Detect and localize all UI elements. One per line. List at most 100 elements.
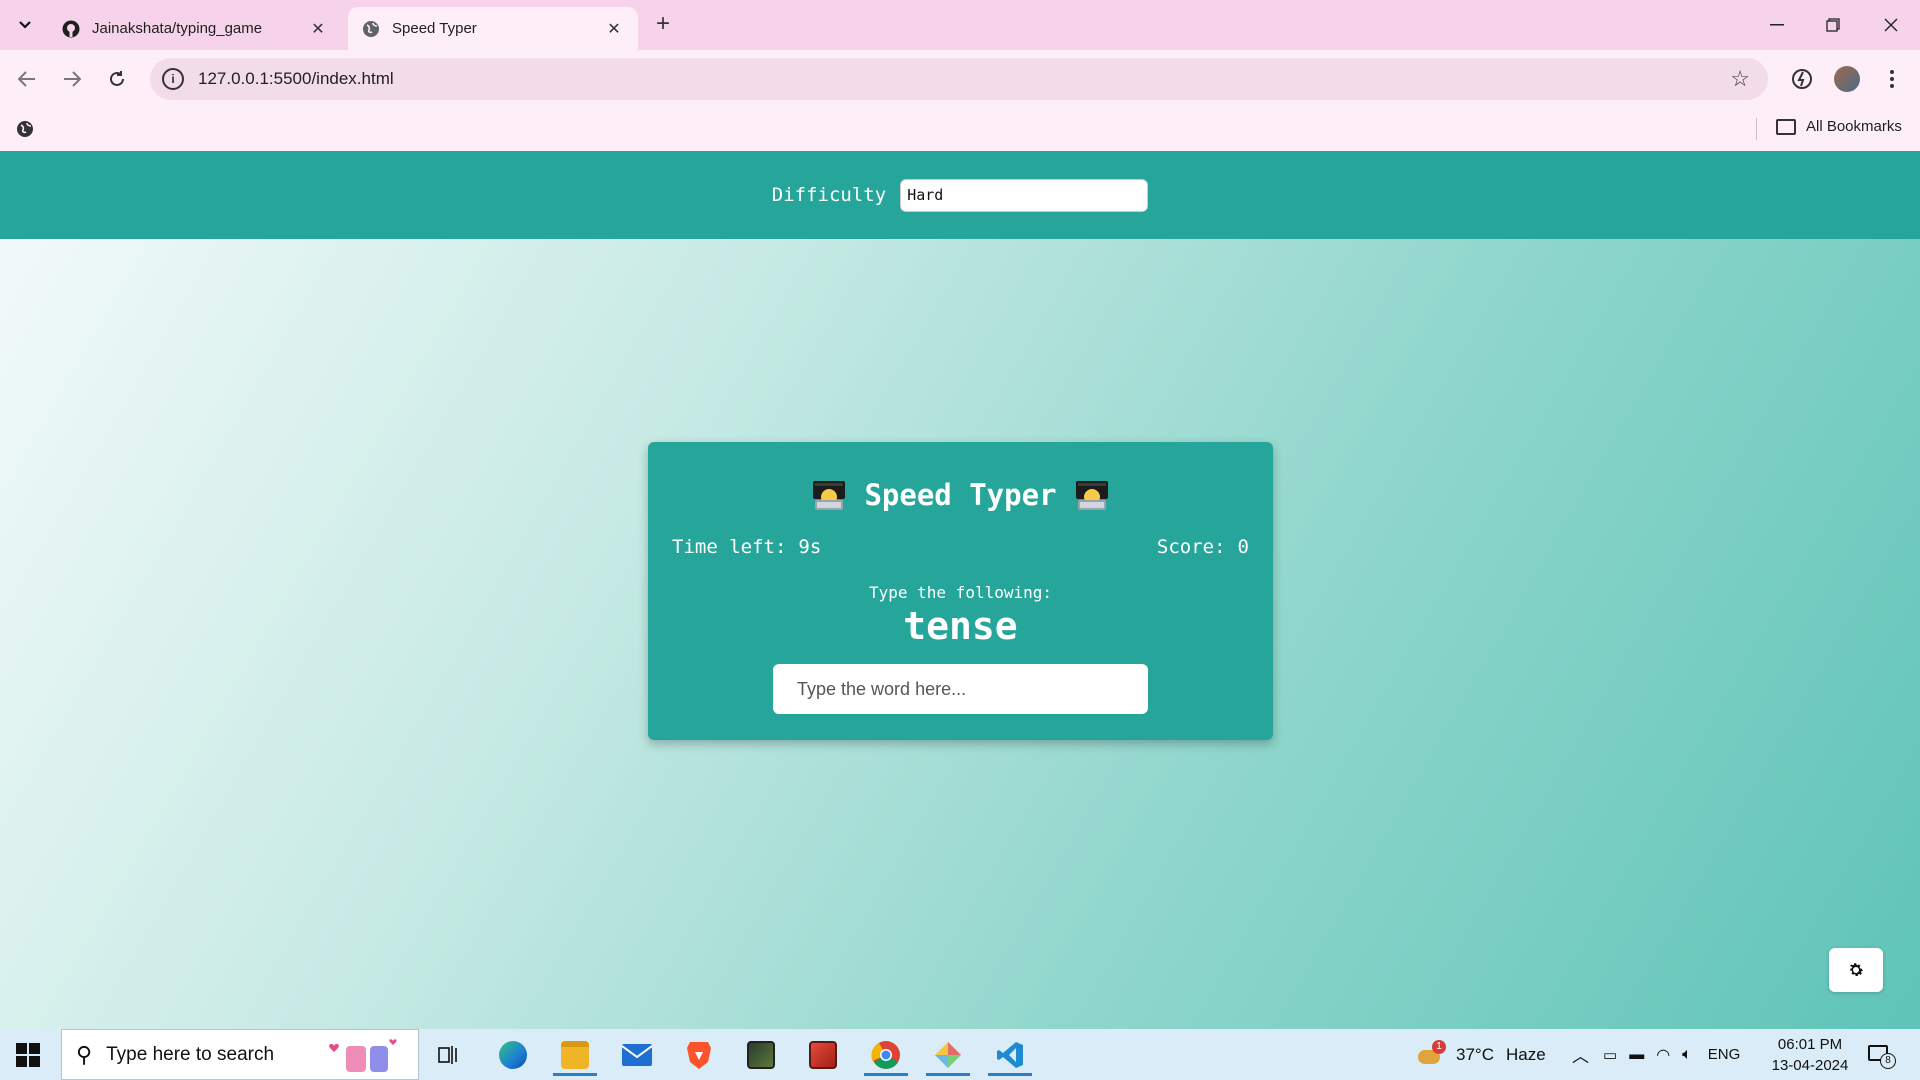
notifications-button[interactable]: 8 [1868,1029,1896,1080]
chrome-app[interactable] [861,1033,911,1076]
taskbar-search[interactable]: ⚲ Type here to search [61,1029,419,1080]
globe-icon [362,20,380,38]
site-info-icon[interactable]: i [162,68,184,90]
luggage-icon [329,1039,397,1072]
mail-app[interactable] [612,1033,662,1076]
instruction-text: Type the following: [868,583,1053,602]
browser-toolbar: i 127.0.0.1:5500/index.html ☆ [0,50,1920,108]
minimize-button[interactable] [1762,12,1792,38]
bookmark-star-icon[interactable]: ☆ [1730,66,1750,92]
menu-button[interactable] [1877,64,1907,94]
difficulty-value: Hard [907,186,944,204]
game-app[interactable] [798,1033,848,1076]
address-bar[interactable]: i 127.0.0.1:5500/index.html ☆ [150,58,1768,100]
start-button[interactable] [16,1043,40,1067]
close-window-button[interactable] [1876,12,1906,38]
wifi-icon[interactable]: ◠ [1656,1045,1670,1065]
game-title-text: Speed Typer [864,478,1057,512]
system-tray: ︿ ▭ ▬ ◠ 🔈︎ ENG [1572,1029,1740,1080]
difficulty-select[interactable]: Hard [900,178,1149,212]
back-button[interactable] [12,64,42,94]
score: Score: 0 [1157,536,1249,558]
technologist-icon [1075,481,1108,510]
clock-time: 06:01 PM [1777,1036,1843,1053]
vscode-icon [997,1041,1023,1068]
settings-button[interactable] [1829,948,1883,992]
game-icon [809,1040,837,1069]
time-left-value: 9s [798,536,822,558]
time-left: Time left: 9s [672,536,821,558]
vscode-app[interactable] [985,1033,1035,1076]
reload-icon [110,71,124,86]
weather-icon: 1 [1418,1039,1446,1066]
globe-icon[interactable] [14,118,36,140]
folder-icon [1776,118,1796,135]
profile-button[interactable] [1832,64,1862,94]
file-explorer-app[interactable] [550,1033,600,1076]
tab-strip: Jainakshata/typing_game ✕ Speed Typer ✕ … [0,0,1920,50]
battery-icon[interactable]: ▬ [1629,1046,1644,1063]
diamond-app-icon [935,1041,961,1068]
weather-desc: Haze [1505,1044,1546,1064]
notification-count: 8 [1880,1052,1896,1069]
tab-search-button[interactable] [10,10,40,40]
difficulty-header: Difficulty Hard [0,151,1920,239]
all-bookmarks-label: All Bookmarks [1806,118,1902,135]
pinned-app[interactable] [923,1033,973,1076]
weather-alert-badge: 1 [1432,1039,1446,1054]
task-view-button[interactable] [424,1033,474,1076]
forward-button[interactable] [57,64,87,94]
windows-logo-pane [29,1056,40,1067]
time-left-label: Time left: [672,536,787,558]
mail-icon [622,1043,652,1066]
search-icon: ⚲ [76,1041,93,1067]
target-word: tense [903,604,1018,648]
brave-app[interactable] [674,1033,724,1076]
close-icon[interactable]: ✕ [308,19,328,39]
tab-title: Speed Typer [392,20,477,37]
new-tab-button[interactable]: + [650,12,676,38]
page-viewport: Difficulty Hard Speed Typer Time left: 9… [0,151,1920,1029]
snipping-app[interactable] [736,1033,786,1076]
weather-temp: 37°C [1456,1044,1494,1064]
word-input[interactable] [773,664,1148,714]
arrow-left-icon [18,71,35,87]
minimize-icon [1770,24,1784,26]
folder-icon [561,1040,589,1069]
chevron-down-icon [19,21,31,29]
meet-now-icon[interactable]: ▭ [1603,1046,1617,1064]
game-card: Speed Typer Time left: 9s Score: 0 Type … [648,442,1273,740]
windows-logo-icon [16,1043,27,1054]
volume-icon[interactable]: 🔈︎ [1682,1046,1692,1064]
performance-icon [1792,69,1812,89]
language-indicator[interactable]: ENG [1708,1046,1741,1063]
arrow-right-icon [64,71,81,87]
bookmarks-divider [1756,118,1757,140]
difficulty-label: Difficulty [771,184,887,206]
chevron-up-icon[interactable]: ︿ [1572,1042,1589,1067]
all-bookmarks-button[interactable]: All Bookmarks [1776,118,1902,135]
avatar [1834,66,1860,92]
tab-speed-typer[interactable]: Speed Typer ✕ [348,7,638,50]
windows-logo-pane [16,1056,27,1067]
gear-icon [1849,963,1864,976]
brave-lion-icon [687,1041,711,1069]
more-vertical-icon [1890,70,1894,88]
edge-app[interactable] [488,1033,538,1076]
extensions-button[interactable] [1787,64,1817,94]
score-value: 0 [1237,536,1249,558]
chrome-icon [871,1040,900,1069]
clock-date: 13-04-2024 [1771,1057,1849,1074]
close-icon [1884,18,1898,32]
reload-button[interactable] [102,64,132,94]
weather-widget[interactable]: 1 37°C Haze [1418,1029,1546,1080]
close-icon[interactable]: ✕ [604,19,624,39]
clock[interactable]: 06:01 PM 13-04-2024 [1755,1034,1865,1076]
url-text: 127.0.0.1:5500/index.html [198,69,394,88]
edge-icon [499,1040,527,1069]
restore-button[interactable] [1818,12,1848,38]
restore-icon [1826,18,1840,32]
tab-github[interactable]: Jainakshata/typing_game ✕ [48,7,342,50]
bookmarks-bar: All Bookmarks [0,108,1920,151]
score-label: Score: [1156,536,1226,558]
